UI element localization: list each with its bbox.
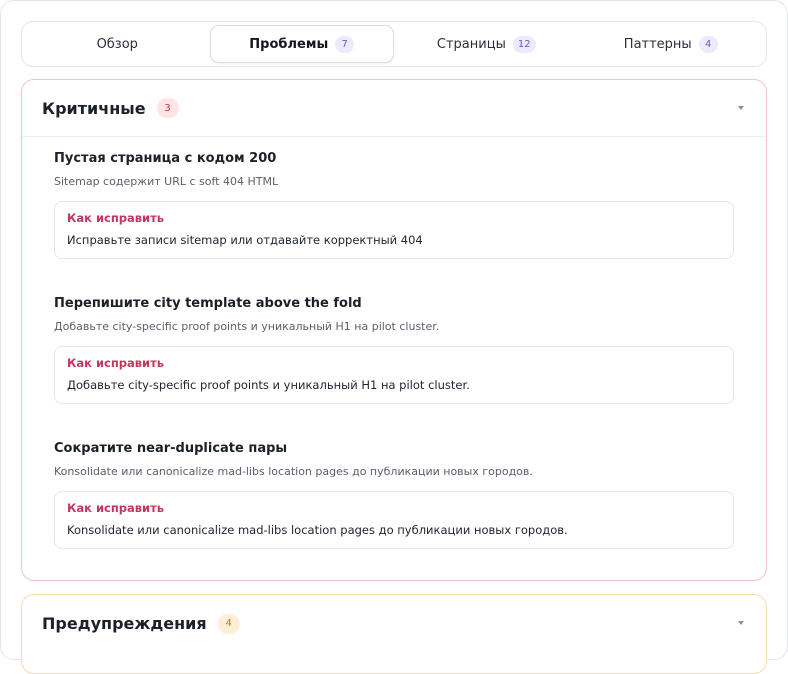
tab-patterns[interactable]: Паттерны 4 [579, 25, 764, 63]
tab-count-badge: 12 [512, 35, 536, 53]
issue-description: Konsolidate или canonicalize mad-libs lo… [54, 465, 533, 478]
fix-label: Как исправить [67, 501, 165, 515]
critical-section-header[interactable]: Критичные 3 [22, 80, 766, 137]
issue-title: Перепишите city template above the fold [54, 296, 362, 311]
tab-pages[interactable]: Страницы 12 [394, 25, 579, 63]
tab-count-badge: 4 [698, 35, 718, 53]
issue-title: Пустая страница с кодом 200 [54, 151, 277, 166]
critical-section: Критичные 3 Пустая страница с кодом 200 … [21, 79, 767, 581]
section-title: Критичные [42, 98, 146, 118]
fix-text: Konsolidate или canonicalize mad-libs lo… [67, 523, 568, 537]
fix-box: Как исправить Добавьте city-specific pro… [54, 346, 734, 404]
fix-text: Исправьте записи sitemap или отдавайте к… [67, 233, 423, 247]
tab-bar: Обзор Проблемы 7 Страницы 12 Паттерны 4 [21, 21, 767, 67]
issue-description: Sitemap содержит URL с soft 404 HTML [54, 175, 279, 188]
warnings-section: Предупреждения 4 [21, 594, 767, 674]
issue-description: Добавьте city-specific proof points и ун… [54, 320, 440, 333]
tab-label: Проблемы [249, 36, 329, 52]
chevron-down-icon[interactable] [738, 621, 744, 625]
fix-text: Добавьте city-specific proof points и ун… [67, 378, 470, 392]
tab-overview[interactable]: Обзор [25, 25, 210, 63]
chevron-down-icon[interactable] [738, 106, 744, 110]
tab-problems[interactable]: Проблемы 7 [209, 25, 394, 63]
fix-box: Как исправить Исправьте записи sitemap и… [54, 201, 734, 259]
issue-item: Сократите near-duplicate пары Konsolidat… [54, 441, 734, 549]
fix-box: Как исправить Konsolidate или canonicali… [54, 491, 734, 549]
tab-label: Паттерны [623, 36, 692, 52]
issue-item: Пустая страница с кодом 200 Sitemap соде… [54, 151, 734, 259]
critical-count-badge: 3 [156, 98, 179, 118]
issue-title: Сократите near-duplicate пары [54, 441, 288, 456]
tab-count-badge: 7 [335, 35, 355, 53]
fix-label: Как исправить [67, 356, 165, 370]
fix-label: Как исправить [67, 211, 165, 225]
warnings-count-badge: 4 [217, 613, 240, 634]
tab-label: Страницы [436, 36, 506, 52]
section-title: Предупреждения [42, 614, 207, 633]
warnings-section-header[interactable]: Предупреждения 4 [22, 595, 766, 652]
tab-label: Обзор [96, 36, 138, 52]
issue-item: Перепишите city template above the fold … [54, 296, 734, 404]
